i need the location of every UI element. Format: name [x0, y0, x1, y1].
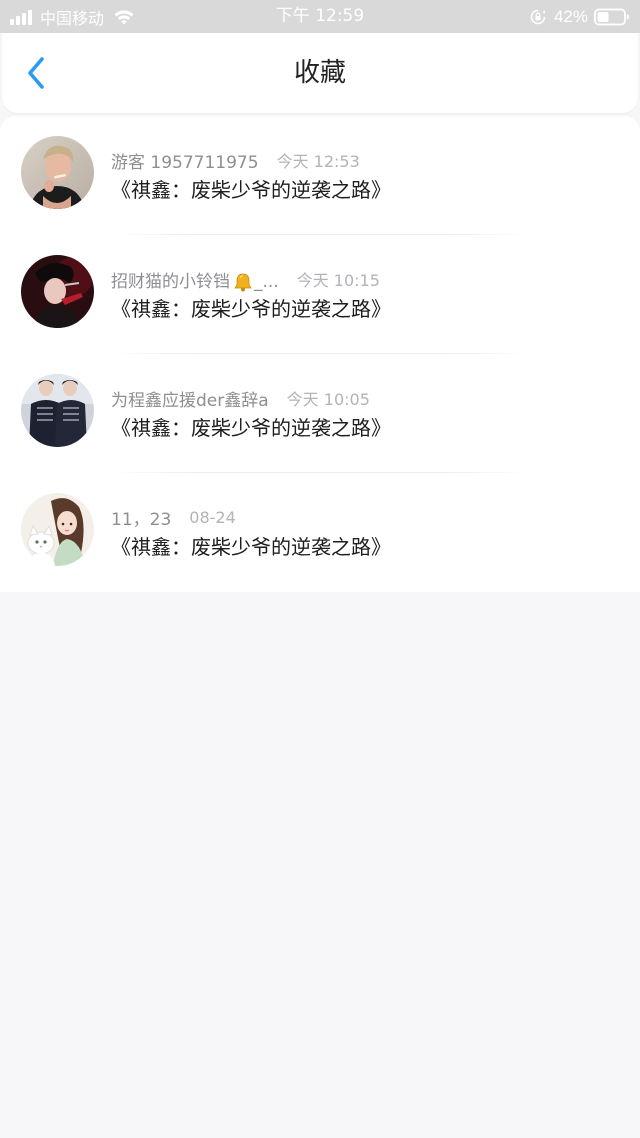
favorite-meta: 为程鑫应援der鑫辞a 今天 10:05	[111, 386, 370, 411]
page-title: 收藏	[293, 58, 346, 88]
timestamp: 今天 12:53	[276, 152, 360, 171]
book-title[interactable]: 《祺鑫：废柴少爷的逆袭之路》	[111, 293, 391, 322]
battery-percentage: 42%	[553, 6, 588, 26]
username[interactable]: 招财猫的小铃铛 _...	[111, 267, 279, 292]
username[interactable]: 游客 1957711975	[111, 148, 259, 173]
battery-icon	[594, 8, 630, 25]
username[interactable]: 为程鑫应援der鑫辞a	[111, 386, 269, 411]
favorite-meta: 招财猫的小铃铛 _... 今天 10:15	[111, 267, 380, 292]
avatar[interactable]	[21, 255, 94, 328]
favorites-list: 游客 1957711975 今天 12:53 《祺鑫：废柴少爷的逆袭之路》 招财…	[0, 116, 640, 592]
avatar[interactable]	[21, 374, 94, 447]
status-bar: 中国移动 下午 12:59 42%	[0, 0, 640, 33]
list-item[interactable]: 招财猫的小铃铛 _... 今天 10:15 《祺鑫：废柴少爷的逆袭之路》	[0, 235, 640, 354]
favorite-meta: 11，23 08-24	[111, 505, 236, 530]
book-title[interactable]: 《祺鑫：废柴少爷的逆袭之路》	[111, 531, 391, 560]
nav-bar: 收藏	[2, 33, 638, 113]
timestamp: 08-24	[189, 507, 236, 527]
status-right: 42%	[530, 0, 630, 33]
list-item[interactable]: 11，23 08-24 《祺鑫：废柴少爷的逆袭之路》	[0, 473, 640, 592]
username-text: 招财猫的小铃铛	[111, 271, 230, 292]
book-title[interactable]: 《祺鑫：废柴少爷的逆袭之路》	[111, 174, 391, 203]
list-item[interactable]: 游客 1957711975 今天 12:53 《祺鑫：废柴少爷的逆袭之路》	[0, 116, 640, 235]
timestamp: 今天 10:05	[286, 390, 370, 409]
username[interactable]: 11，23	[111, 505, 171, 530]
book-title[interactable]: 《祺鑫：废柴少爷的逆袭之路》	[111, 412, 391, 441]
orientation-lock-icon	[530, 9, 546, 24]
avatar[interactable]	[21, 493, 94, 566]
favorite-meta: 游客 1957711975 今天 12:53	[111, 148, 360, 173]
avatar[interactable]	[21, 136, 94, 209]
list-item[interactable]: 为程鑫应援der鑫辞a 今天 10:05 《祺鑫：废柴少爷的逆袭之路》	[0, 354, 640, 473]
bell-icon	[234, 273, 252, 291]
timestamp: 今天 10:15	[296, 271, 380, 290]
username-suffix: _...	[254, 271, 279, 292]
